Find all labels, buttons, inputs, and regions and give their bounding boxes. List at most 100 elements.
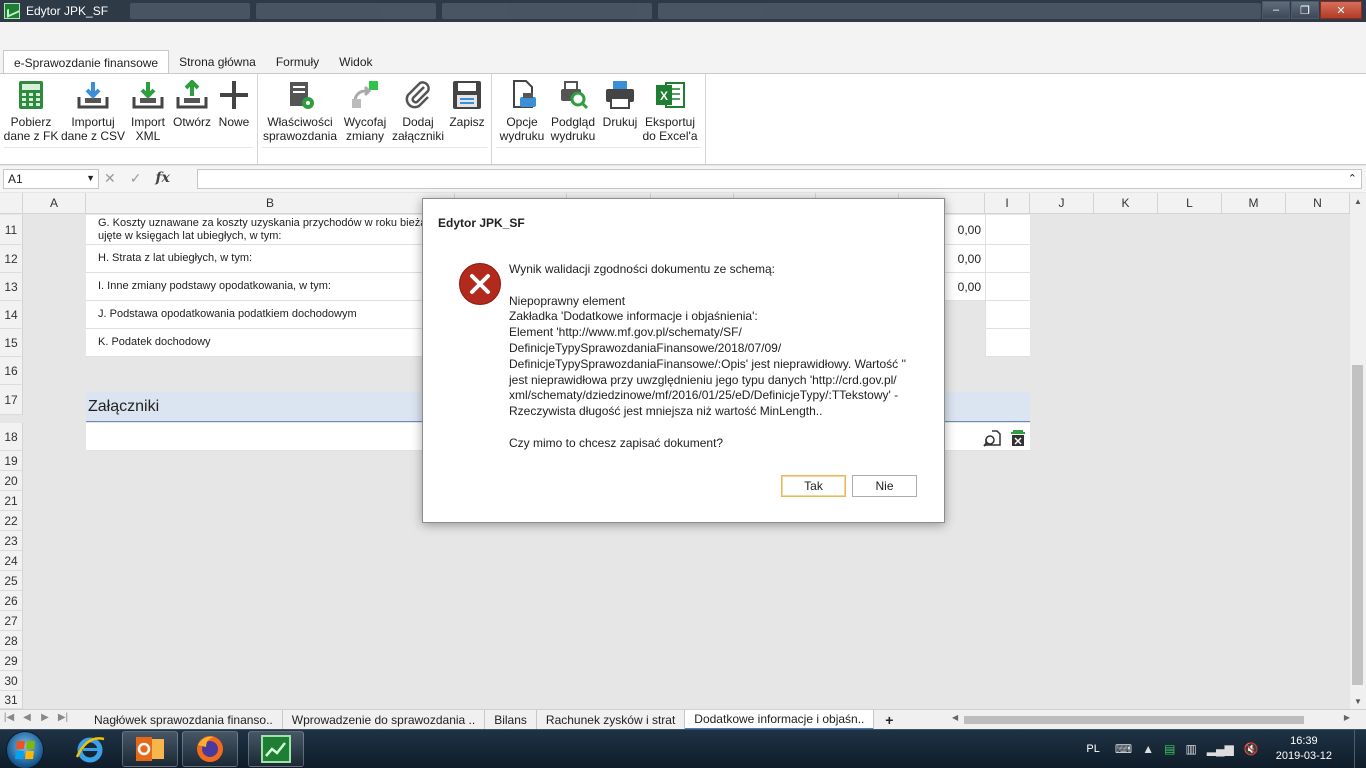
row-header[interactable]: 19 <box>0 451 23 471</box>
import-xml-button[interactable]: Import XML <box>126 77 170 143</box>
pobierz-button[interactable]: Pobierz dane z FK <box>4 77 58 143</box>
name-box[interactable]: A1 ▼ <box>3 169 99 189</box>
function-icon[interactable]: fx <box>155 170 169 187</box>
table-row-label[interactable]: K. Podatek dochodowy <box>86 329 455 357</box>
row-header[interactable]: 16 <box>0 357 23 385</box>
empty-cell[interactable] <box>985 273 1030 301</box>
otworz-button[interactable]: Otwórz <box>170 77 214 129</box>
nowe-button[interactable]: Nowe <box>214 77 254 129</box>
sheet-tab-naglowek[interactable]: Nagłówek sprawozdania finanso.. <box>85 710 283 730</box>
vertical-scrollbar[interactable]: ▲ ▼ <box>1350 193 1366 709</box>
wycofaj-button[interactable]: Wycofaj zmiany <box>340 77 390 143</box>
scroll-left-icon[interactable]: ◀ <box>952 713 958 722</box>
empty-cell[interactable] <box>985 301 1030 329</box>
tab-widok[interactable]: Widok <box>329 50 382 74</box>
column-header-i[interactable]: I <box>985 193 1030 214</box>
zapisz-button[interactable]: Zapisz <box>446 77 488 129</box>
row-header[interactable]: 20 <box>0 471 23 491</box>
confirm-icon[interactable]: ✓ <box>130 170 142 187</box>
first-sheet-icon[interactable]: |◀ <box>2 712 16 723</box>
opcje-wydruku-button[interactable]: Opcje wydruku <box>496 77 548 143</box>
row-header[interactable]: 15 <box>0 329 23 357</box>
row-header[interactable]: 11 <box>0 215 23 245</box>
row-header[interactable]: 30 <box>0 671 23 691</box>
table-row-label[interactable]: I. Inne zmiany podstawy opodatkowania, w… <box>86 273 455 301</box>
next-sheet-icon[interactable]: ▶ <box>38 712 52 723</box>
scroll-right-icon[interactable]: ▶ <box>1344 713 1350 722</box>
row-header[interactable]: 21 <box>0 491 23 511</box>
keyboard-icon[interactable]: ⌨ <box>1115 742 1132 756</box>
firefox-icon[interactable] <box>182 731 238 767</box>
tab-formuly[interactable]: Formuły <box>266 50 329 74</box>
outlook-icon[interactable] <box>122 731 178 767</box>
jpk-editor-taskbar-icon[interactable] <box>248 731 304 767</box>
row-header[interactable]: 17 <box>0 385 23 415</box>
yes-button[interactable]: Tak <box>781 475 846 497</box>
app-tray-icon[interactable]: ▤ <box>1164 742 1175 756</box>
minimize-button[interactable]: ‒ <box>1262 1 1290 19</box>
clock[interactable]: 16:39 2019-03-12 <box>1276 734 1332 764</box>
row-header[interactable]: 27 <box>0 611 23 631</box>
internet-explorer-icon[interactable] <box>62 731 118 767</box>
wlasciwosci-button[interactable]: Właściwości sprawozdania <box>262 77 338 143</box>
podglad-wydruku-button[interactable]: Podgląd wydruku <box>548 77 598 143</box>
language-indicator[interactable]: PL <box>1086 743 1099 755</box>
column-header-b[interactable]: B <box>86 193 455 214</box>
row-header[interactable]: 22 <box>0 511 23 531</box>
no-button[interactable]: Nie <box>852 475 917 497</box>
maximize-button[interactable]: ❐ <box>1291 1 1319 19</box>
delete-icon[interactable] <box>1009 429 1027 447</box>
row-header[interactable]: 23 <box>0 531 23 551</box>
scroll-thumb[interactable] <box>1352 365 1363 685</box>
prev-sheet-icon[interactable]: ◀ <box>20 712 34 723</box>
sheet-tab-bilans[interactable]: Bilans <box>485 710 537 730</box>
sheet-tab-dodatkowe[interactable]: Dodatkowe informacje i objaśn.. <box>685 710 875 730</box>
row-header[interactable]: 12 <box>0 245 23 273</box>
empty-cell[interactable] <box>985 329 1030 357</box>
column-header-m[interactable]: M <box>1222 193 1286 214</box>
formula-input[interactable]: ⌃ <box>197 169 1362 189</box>
show-hidden-icons-icon[interactable]: ▲ <box>1142 742 1154 756</box>
tab-strona-glowna[interactable]: Strona główna <box>169 50 266 74</box>
column-header-k[interactable]: K <box>1094 193 1158 214</box>
scroll-down-icon[interactable]: ▼ <box>1350 693 1366 709</box>
row-header[interactable]: 13 <box>0 273 23 301</box>
network-adapter-icon[interactable]: ▥ <box>1185 742 1196 756</box>
column-header-l[interactable]: L <box>1158 193 1222 214</box>
column-header-n[interactable]: N <box>1286 193 1350 214</box>
table-row-label[interactable]: H. Strata z lat ubiegłych, w tym: <box>86 245 455 273</box>
table-row-label[interactable]: J. Podstawa opodatkowania podatkiem doch… <box>86 301 455 329</box>
row-header[interactable]: 29 <box>0 651 23 671</box>
column-header-a[interactable]: A <box>23 193 86 214</box>
drukuj-button[interactable]: Drukuj <box>598 77 642 129</box>
empty-cell[interactable] <box>985 215 1030 245</box>
row-header[interactable]: 31 <box>0 691 23 709</box>
row-header[interactable]: 25 <box>0 571 23 591</box>
volume-muted-icon[interactable]: 🔇 <box>1244 742 1259 756</box>
show-desktop-button[interactable] <box>1354 730 1366 768</box>
empty-cell[interactable] <box>985 245 1030 273</box>
tab-e-sprawozdanie[interactable]: e-Sprawozdanie finansowe <box>3 50 170 75</box>
eksport-excel-button[interactable]: X Eksportuj do Excel'a <box>642 77 698 143</box>
table-row-label[interactable]: G. Koszty uznawane za koszty uzyskania p… <box>86 215 455 245</box>
signal-icon[interactable]: ▂▄▆ <box>1207 742 1234 756</box>
row-header[interactable]: 26 <box>0 591 23 611</box>
row-header[interactable]: 28 <box>0 631 23 651</box>
close-button[interactable]: ✕ <box>1320 1 1362 19</box>
start-button[interactable] <box>6 731 44 768</box>
horizontal-scrollbar[interactable]: ◀ ▶ <box>950 713 1350 727</box>
importuj-csv-button[interactable]: Importuj dane z CSV <box>61 77 125 143</box>
row-header[interactable]: 14 <box>0 301 23 329</box>
select-all-corner[interactable] <box>0 193 23 214</box>
column-header-j[interactable]: J <box>1030 193 1094 214</box>
scroll-up-icon[interactable]: ▲ <box>1350 193 1366 209</box>
cancel-icon[interactable]: ✕ <box>104 170 116 187</box>
preview-icon[interactable] <box>983 429 1001 447</box>
chevron-up-icon[interactable]: ⌃ <box>1348 172 1357 185</box>
dodaj-zalaczniki-button[interactable]: Dodaj załączniki <box>390 77 446 143</box>
sheet-tab-rachunek[interactable]: Rachunek zysków i strat <box>536 710 686 730</box>
add-sheet-button[interactable]: + <box>874 710 904 730</box>
scroll-thumb[interactable] <box>964 716 1304 724</box>
row-header[interactable]: 24 <box>0 551 23 571</box>
last-sheet-icon[interactable]: ▶| <box>56 712 70 723</box>
